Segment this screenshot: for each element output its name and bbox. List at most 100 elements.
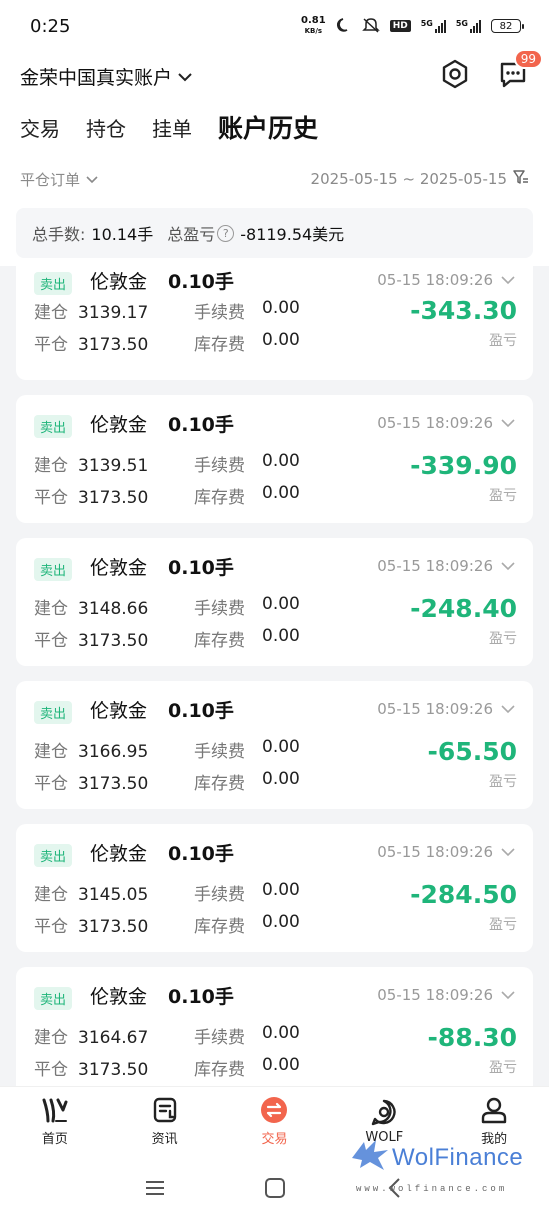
history-summary: 总手数: 10.14手 总盈亏 ? -8119.54美元 [16,208,533,258]
side-badge: 卖出 [34,987,73,1010]
nav-news-label: 资讯 [151,1132,178,1147]
tab-account-history[interactable]: 账户历史 [218,109,318,145]
system-nav-bar [0,1160,549,1220]
hamburger-menu-icon [144,1179,166,1201]
order-pnl: -339.90 [410,451,517,480]
swap-value: 0.00 [262,1055,300,1075]
nav-news[interactable]: 资讯 [120,1096,210,1147]
order-pnl: -343.30 [410,296,517,325]
open-price: 3164.67 [78,1028,149,1048]
order-card[interactable]: 卖出 伦敦金 0.10手 05-15 18:09:26 建仓 3164.67 手续费… [16,967,533,1086]
pnl-label: 盈亏 [489,488,517,504]
nav-profile[interactable]: 我的 [449,1096,539,1147]
status-icons: 0.81 KB/s HD 5G 5G 82 [301,15,524,36]
order-card[interactable]: 卖出 伦敦金 0.10手 05-15 18:09:26 建仓 3145.05 手续费… [16,824,533,952]
message-count-badge: 99 [513,49,543,69]
fee-value: 0.00 [262,594,300,614]
tab-trade[interactable]: 交易 [20,113,60,142]
pnl-label: 盈亏 [489,1060,517,1076]
account-tabs: 交易 持仓 挂单 账户历史 [0,104,549,150]
open-row: 建仓 3139.51 手续费 0.00 [34,451,300,476]
date-range-filter[interactable]: 2025-05-15 ~ 2025-05-15 [311,169,529,189]
swap-value: 0.00 [262,912,300,932]
open-price: 3139.17 [78,303,149,323]
order-time[interactable]: 05-15 18:09:26 [377,986,515,1004]
moon-icon [336,17,352,36]
chevron-down-icon [178,65,192,87]
order-type-dropdown[interactable]: 平仓订单 [20,169,98,190]
order-lots: 0.10手 [168,986,234,1008]
battery-icon: 82 [491,19,524,33]
open-price: 3139.51 [78,456,149,476]
close-row: 平仓 3173.50 库存费 0.00 [34,769,300,794]
back-button[interactable] [380,1175,410,1205]
chevron-down-icon [501,414,515,432]
account-selector[interactable]: 金荣中国真实账户 [20,63,192,90]
nav-wolf[interactable]: WOLF [339,1098,429,1145]
fee-value: 0.00 [262,1023,300,1043]
chevron-down-icon [501,271,515,289]
order-symbol: 伦敦金 [90,843,148,865]
order-card[interactable]: 卖出 伦敦金 0.10手 05-15 18:09:26 建仓 3139.51 手续费… [16,395,533,523]
nav-trade-label: 交易 [261,1132,288,1147]
chevron-down-icon [86,170,98,188]
nav-trade[interactable]: 交易 [229,1096,319,1147]
order-time[interactable]: 05-15 18:09:26 [377,843,515,861]
account-title: 金荣中国真实账户 [20,66,173,89]
tab-positions[interactable]: 持仓 [86,113,126,142]
app-header: 金荣中国真实账户 99 [0,49,549,100]
home-logo-icon [41,1096,69,1124]
help-icon[interactable]: ? [217,224,235,242]
side-badge: 卖出 [34,701,73,724]
network-speed: 0.81 KB/s [301,15,326,36]
status-time: 0:25 [30,15,71,37]
filter-icon [513,169,529,189]
close-price: 3173.50 [78,917,149,937]
order-card[interactable]: 卖出 伦敦金 0.10手 05-15 18:09:26 建仓 3148.66 手续费… [16,538,533,666]
signal-2-icon: 5G [456,19,481,33]
close-price: 3173.50 [78,774,149,794]
order-symbol: 伦敦金 [90,557,148,579]
open-row: 建仓 3145.05 手续费 0.00 [34,880,300,905]
order-history-list[interactable]: 卖出 伦敦金 0.10手 05-15 18:09:26 建仓 3139.17 手续费… [0,266,549,1086]
hexagon-settings-icon [440,59,470,93]
nav-home[interactable]: 首页 [10,1096,100,1147]
close-row: 平仓 3173.50 库存费 0.00 [34,912,300,937]
tab-pending-orders[interactable]: 挂单 [152,113,192,142]
bottom-nav: 首页 资讯 交易 WOLF 我的 [0,1086,549,1156]
order-time[interactable]: 05-15 18:09:26 [377,700,515,718]
order-card[interactable]: 卖出 伦敦金 0.10手 05-15 18:09:26 建仓 3139.17 手续费… [16,266,533,380]
open-row: 建仓 3139.17 手续费 0.00 [34,298,300,323]
order-card[interactable]: 卖出 伦敦金 0.10手 05-15 18:09:26 建仓 3166.95 手续费… [16,681,533,809]
order-time[interactable]: 05-15 18:09:26 [377,414,515,432]
order-lots: 0.10手 [168,271,234,293]
menu-button[interactable] [140,1175,170,1205]
order-time[interactable]: 05-15 18:09:26 [377,271,515,289]
order-lots: 0.10手 [168,700,234,722]
nav-wolf-label: WOLF [365,1130,404,1145]
signal-1-icon: 5G [421,19,446,33]
open-price: 3145.05 [78,885,149,905]
chevron-down-icon [501,843,515,861]
order-symbol: 伦敦金 [90,700,148,722]
order-pnl: -88.30 [427,1023,517,1052]
swap-value: 0.00 [262,330,300,350]
pnl-label: 盈亏 [489,917,517,933]
order-time[interactable]: 05-15 18:09:26 [377,557,515,575]
settings-button[interactable] [439,59,471,93]
home-button[interactable] [260,1175,290,1205]
order-type-label: 平仓订单 [20,170,81,189]
open-row: 建仓 3164.67 手续费 0.00 [34,1023,300,1048]
order-symbol: 伦敦金 [90,271,148,293]
order-pnl: -65.50 [427,737,517,766]
chevron-down-icon [501,557,515,575]
nav-home-label: 首页 [41,1132,68,1147]
open-price: 3148.66 [78,599,149,619]
total-pnl-label: 总盈亏 [167,225,216,244]
news-icon [151,1096,179,1124]
open-row: 建仓 3148.66 手续费 0.00 [34,594,300,619]
messages-button[interactable]: 99 [497,49,543,92]
order-symbol: 伦敦金 [90,986,148,1008]
close-price: 3173.50 [78,335,149,355]
chevron-down-icon [501,700,515,718]
